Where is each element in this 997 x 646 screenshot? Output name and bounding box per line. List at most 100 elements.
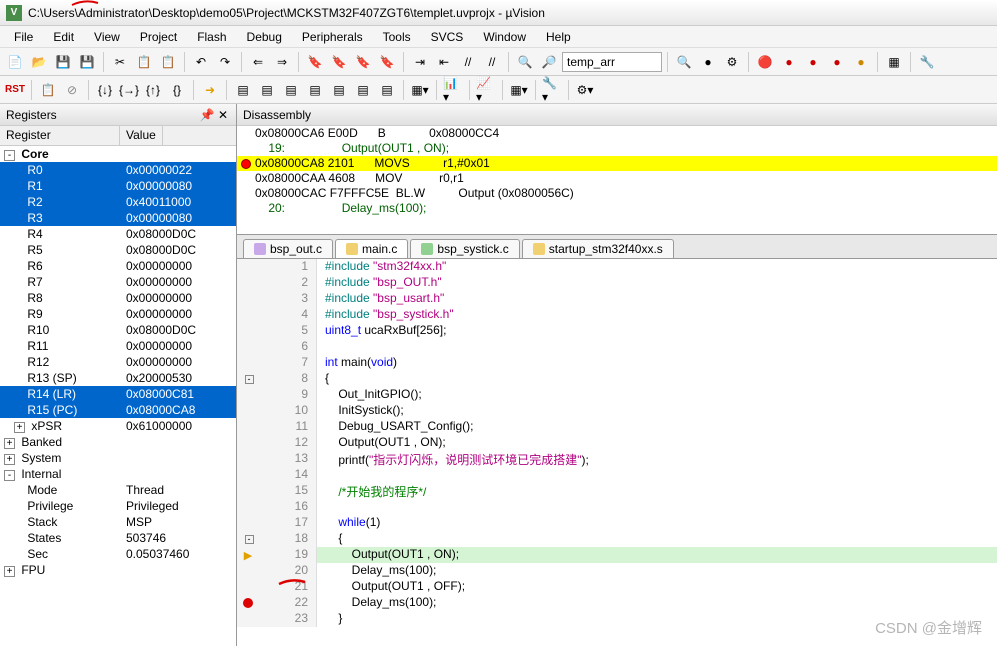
tab-main-c[interactable]: main.c — [335, 239, 408, 258]
gutter[interactable] — [237, 467, 259, 483]
editor-line[interactable]: 2#include "bsp_OUT.h" — [237, 275, 997, 291]
gutter[interactable]: ▶ — [237, 547, 259, 563]
code-text[interactable]: InitSystick(); — [317, 403, 404, 419]
memory-window-icon[interactable]: ▤ — [376, 79, 398, 101]
gutter[interactable] — [237, 451, 259, 467]
register-row[interactable]: R50x08000D0C — [0, 242, 236, 258]
disasm-line[interactable]: 0x08000CAC F7FFFC5E BL.W Output (0x08000… — [237, 186, 997, 201]
disassembly-body[interactable]: 0x08000CA6 E00D B 0x08000CC4 19: Output(… — [237, 126, 997, 234]
bookmark-prev-icon[interactable]: 🔖 — [328, 51, 350, 73]
code-text[interactable]: { — [317, 371, 329, 387]
watch-window-icon[interactable]: ▤ — [352, 79, 374, 101]
editor-line[interactable]: 22 Delay_ms(100); — [237, 595, 997, 611]
disasm-line[interactable]: 19: Output(OUT1 , ON); — [237, 141, 997, 156]
register-row[interactable]: R110x00000000 — [0, 338, 236, 354]
registers-tree[interactable]: - Core R00x00000022 R10x00000080 R20x400… — [0, 146, 236, 646]
panel-close-icon[interactable]: ✕ — [216, 108, 230, 122]
register-row[interactable]: States503746 — [0, 530, 236, 546]
gutter[interactable]: - — [237, 531, 259, 547]
register-row[interactable]: R10x00000080 — [0, 178, 236, 194]
editor-line[interactable]: 23 } — [237, 611, 997, 627]
register-row[interactable]: R15 (PC)0x08000CA8 — [0, 402, 236, 418]
code-text[interactable]: Delay_ms(100); — [317, 595, 436, 611]
show-next-icon[interactable]: ➜ — [199, 79, 221, 101]
editor-line[interactable]: 7int main(void) — [237, 355, 997, 371]
code-text[interactable]: #include "bsp_usart.h" — [317, 291, 444, 307]
toolbox-icon[interactable]: 🔧▾ — [541, 79, 563, 101]
step-into-icon[interactable]: {↓} — [94, 79, 116, 101]
code-text[interactable]: Output(OUT1 , OFF); — [317, 579, 465, 595]
menu-project[interactable]: Project — [130, 28, 187, 46]
panel-pin-icon[interactable]: 📌 — [200, 108, 214, 122]
register-row[interactable]: + xPSR0x61000000 — [0, 418, 236, 434]
uncomment-icon[interactable]: // — [481, 51, 503, 73]
gutter[interactable] — [237, 483, 259, 499]
analysis-window-icon[interactable]: 📊▾ — [442, 79, 464, 101]
find-combo[interactable]: temp_arr — [562, 52, 662, 72]
bookmark-icon[interactable]: 🔖 — [304, 51, 326, 73]
menu-svcs[interactable]: SVCS — [421, 28, 474, 46]
disasm-line[interactable]: 20: Delay_ms(100); — [237, 201, 997, 216]
register-row[interactable]: R14 (LR)0x08000C81 — [0, 386, 236, 402]
register-row[interactable]: R30x00000080 — [0, 210, 236, 226]
editor-line[interactable]: 6 — [237, 339, 997, 355]
gutter[interactable] — [237, 499, 259, 515]
register-row[interactable]: StackMSP — [0, 514, 236, 530]
tab-bsp_out-c[interactable]: bsp_out.c — [243, 239, 333, 258]
gutter[interactable] — [237, 563, 259, 579]
code-text[interactable]: } — [317, 611, 342, 627]
editor-line[interactable]: 17 while(1) — [237, 515, 997, 531]
run-to-cursor-icon[interactable]: 📋 — [37, 79, 59, 101]
gutter[interactable] — [237, 387, 259, 403]
register-row[interactable]: R00x00000022 — [0, 162, 236, 178]
register-row[interactable]: + FPU — [0, 562, 236, 578]
register-row[interactable]: R100x08000D0C — [0, 322, 236, 338]
gutter[interactable] — [237, 323, 259, 339]
disasm-line[interactable]: 0x08000CAA 4608 MOV r0,r1 — [237, 171, 997, 186]
editor-line[interactable]: 5uint8_t ucaRxBuf[256]; — [237, 323, 997, 339]
code-text[interactable]: Output(OUT1 , ON); — [317, 547, 459, 563]
register-row[interactable]: R90x00000000 — [0, 306, 236, 322]
disasm-window-icon[interactable]: ▤ — [256, 79, 278, 101]
register-row[interactable]: R20x40011000 — [0, 194, 236, 210]
tab-startup_stm32f40xx-s[interactable]: startup_stm32f40xx.s — [522, 239, 674, 258]
gutter[interactable] — [237, 275, 259, 291]
code-text[interactable]: #include "bsp_systick.h" — [317, 307, 454, 323]
register-row[interactable]: R40x08000D0C — [0, 226, 236, 242]
register-row[interactable]: ModeThread — [0, 482, 236, 498]
editor-line[interactable]: 20 Delay_ms(100); — [237, 563, 997, 579]
gutter[interactable]: - — [237, 371, 259, 387]
redo-icon[interactable]: ↷ — [214, 51, 236, 73]
step-over-icon[interactable]: {→} — [118, 79, 140, 101]
disasm-line[interactable]: 0x08000CA8 2101 MOVS r1,#0x01 — [237, 156, 997, 171]
register-row[interactable]: - Internal — [0, 466, 236, 482]
menu-window[interactable]: Window — [473, 28, 536, 46]
editor-line[interactable]: ▶19 Output(OUT1 , ON); — [237, 547, 997, 563]
run-icon[interactable]: ● — [778, 51, 800, 73]
editor-line[interactable]: 3#include "bsp_usart.h" — [237, 291, 997, 307]
editor-line[interactable]: 16 — [237, 499, 997, 515]
editor-line[interactable]: 15 /*开始我的程序*/ — [237, 483, 997, 499]
menu-peripherals[interactable]: Peripherals — [292, 28, 373, 46]
gutter[interactable] — [237, 403, 259, 419]
bookmark-next-icon[interactable]: 🔖 — [352, 51, 374, 73]
breakpoint-icon[interactable]: ● — [697, 51, 719, 73]
open-file-icon[interactable]: 📂 — [28, 51, 50, 73]
undo-icon[interactable]: ↶ — [190, 51, 212, 73]
code-text[interactable] — [317, 499, 325, 515]
paste-icon[interactable]: 📋 — [157, 51, 179, 73]
reset-icon[interactable]: ● — [826, 51, 848, 73]
editor-line[interactable]: 1#include "stm32f4xx.h" — [237, 259, 997, 275]
trace-window-icon[interactable]: 📈▾ — [475, 79, 497, 101]
disasm-line[interactable]: 0x08000CA6 E00D B 0x08000CC4 — [237, 126, 997, 141]
editor-line[interactable]: 14 — [237, 467, 997, 483]
command-window-icon[interactable]: ▤ — [232, 79, 254, 101]
code-text[interactable]: #include "bsp_OUT.h" — [317, 275, 442, 291]
tab-bsp_systick-c[interactable]: bsp_systick.c — [410, 239, 519, 258]
gutter[interactable] — [237, 579, 259, 595]
save-all-icon[interactable]: 💾 — [76, 51, 98, 73]
gutter[interactable] — [237, 339, 259, 355]
register-row[interactable]: PrivilegePrivileged — [0, 498, 236, 514]
debug-icon[interactable]: 🔍 — [673, 51, 695, 73]
editor-line[interactable]: 13 printf("指示灯闪烁，说明测试环境已完成搭建"); — [237, 451, 997, 467]
